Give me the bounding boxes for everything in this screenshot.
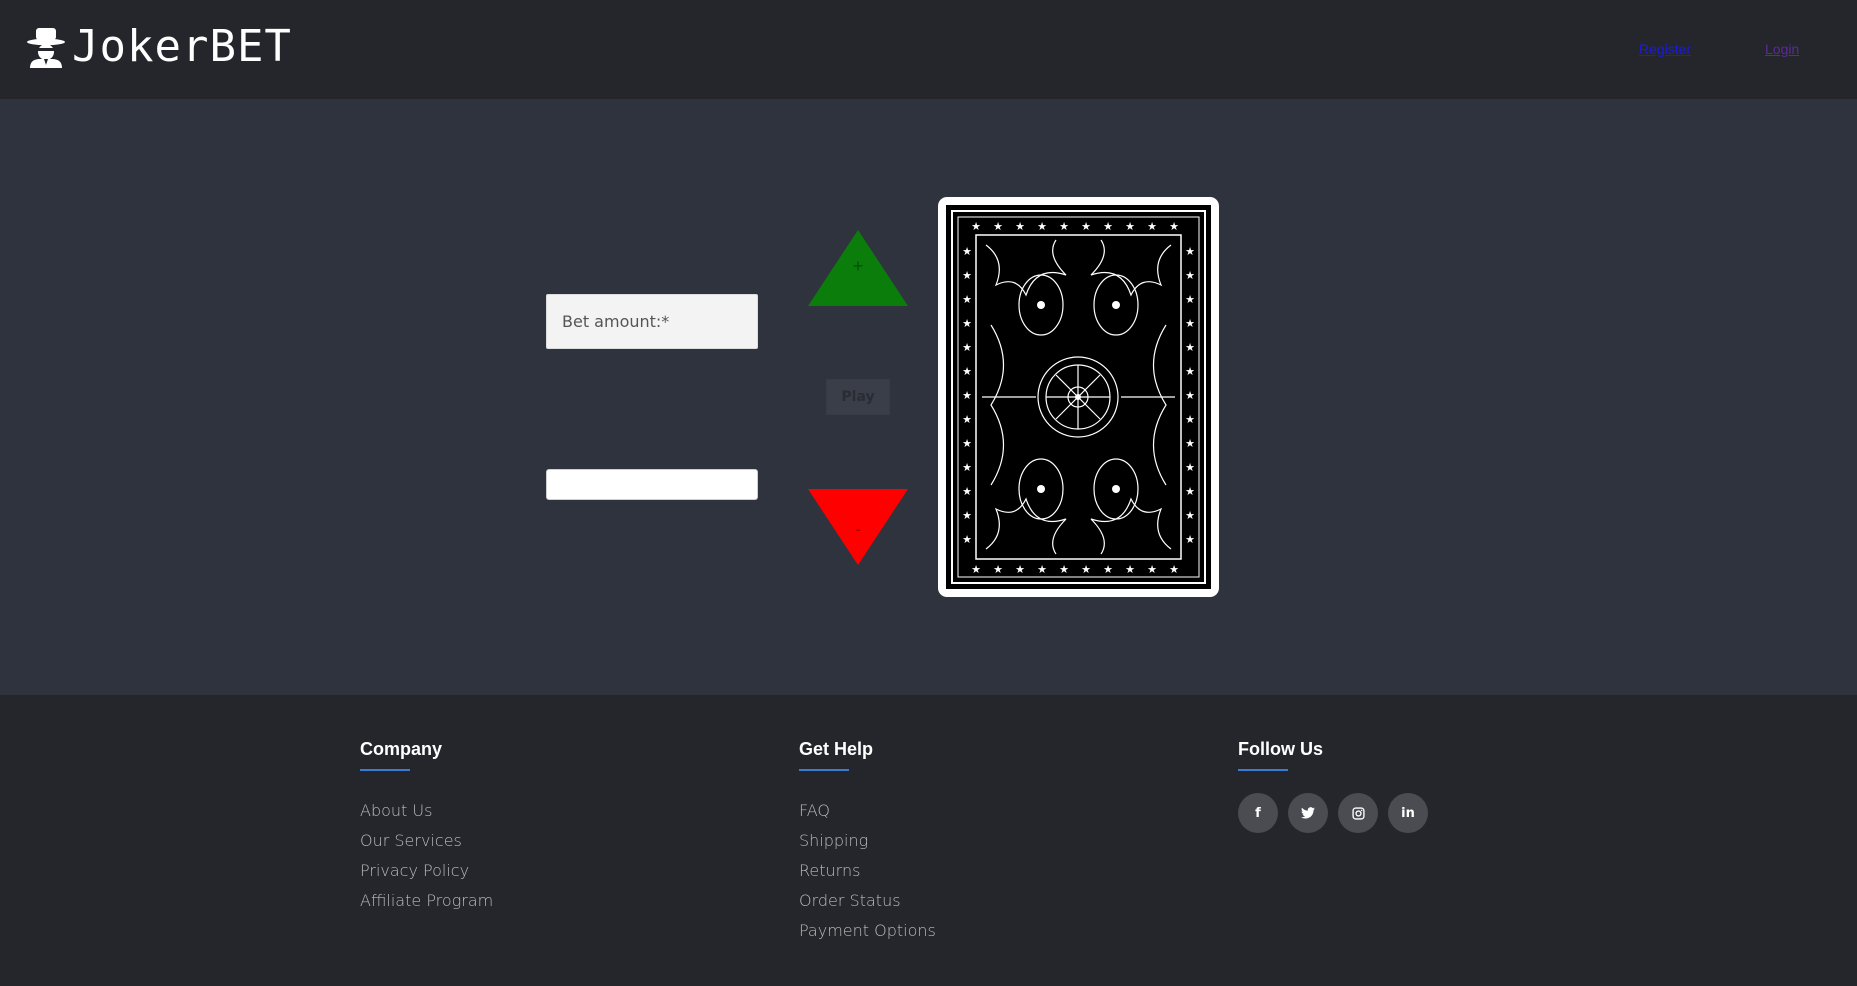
- svg-text:★: ★: [962, 485, 972, 498]
- footer-company-column: Company About Us Our Services Privacy Po…: [360, 738, 493, 916]
- svg-text:★: ★: [1185, 341, 1195, 354]
- svg-text:★: ★: [1125, 220, 1135, 233]
- svg-text:★: ★: [962, 365, 972, 378]
- heading-underline: [1238, 769, 1288, 771]
- play-button[interactable]: Play: [826, 379, 890, 415]
- register-link[interactable]: Register: [1639, 41, 1691, 57]
- twitter-icon[interactable]: [1288, 793, 1328, 833]
- svg-text:★: ★: [1125, 563, 1135, 576]
- svg-text:★: ★: [962, 317, 972, 330]
- svg-text:★: ★: [1147, 220, 1157, 233]
- svg-text:★: ★: [993, 563, 1003, 576]
- svg-text:★: ★: [971, 220, 981, 233]
- svg-text:★: ★: [1147, 563, 1157, 576]
- svg-text:★: ★: [1103, 563, 1113, 576]
- card-back-pattern: ★ ★ ★ ★ ★ ★ ★ ★ ★ ★ ★ ★ ★ ★ ★ ★ ★ ★ ★ ★ ★ ★ ★ ★ ★ ★ ★ ★ ★ ★ ★ ★ ★ ★ ★ ★ ★…: [946, 205, 1211, 589]
- facebook-icon[interactable]: f: [1238, 793, 1278, 833]
- result-field[interactable]: [546, 469, 758, 500]
- svg-text:★: ★: [962, 461, 972, 474]
- svg-text:★: ★: [1185, 509, 1195, 522]
- svg-text:★: ★: [962, 293, 972, 306]
- svg-text:★: ★: [1185, 245, 1195, 258]
- footer-link-order-status[interactable]: Order Status: [799, 886, 936, 916]
- svg-text:★: ★: [962, 269, 972, 282]
- svg-text:★: ★: [1185, 317, 1195, 330]
- footer-help-column: Get Help FAQ Shipping Returns Order Stat…: [799, 738, 936, 946]
- site-footer: Company About Us Our Services Privacy Po…: [0, 695, 1857, 986]
- footer-follow-column: Follow Us f in: [1238, 738, 1428, 833]
- svg-text:★: ★: [962, 341, 972, 354]
- svg-text:★: ★: [971, 563, 981, 576]
- heading-underline: [360, 769, 410, 771]
- lower-label: -: [855, 519, 861, 539]
- svg-text:★: ★: [1169, 563, 1179, 576]
- footer-link-affiliate-program[interactable]: Affiliate Program: [360, 886, 493, 916]
- site-header: JokerBET Register Login: [0, 0, 1857, 99]
- brand-logo[interactable]: JokerBET: [26, 22, 292, 72]
- heading-underline: [799, 769, 849, 771]
- footer-link-returns[interactable]: Returns: [799, 856, 936, 886]
- svg-text:★: ★: [1185, 533, 1195, 546]
- game-area: Bet amount:* + Play - ★ ★ ★ ★ ★ ★ ★ ★ ★ ★ ★ ★ ★ ★ ★ ★ ★…: [0, 99, 1857, 695]
- svg-text:★: ★: [1037, 220, 1047, 233]
- svg-text:★: ★: [962, 413, 972, 426]
- spy-hat-icon: [27, 28, 65, 68]
- svg-text:★: ★: [962, 245, 972, 258]
- svg-text:★: ★: [1081, 220, 1091, 233]
- svg-text:★: ★: [1015, 220, 1025, 233]
- footer-link-payment-options[interactable]: Payment Options: [799, 916, 936, 946]
- login-link[interactable]: Login: [1765, 41, 1799, 57]
- footer-link-shipping[interactable]: Shipping: [799, 826, 936, 856]
- higher-label: +: [852, 256, 864, 276]
- footer-link-privacy-policy[interactable]: Privacy Policy: [360, 856, 493, 886]
- footer-heading-company: Company: [360, 739, 443, 759]
- svg-text:★: ★: [1081, 563, 1091, 576]
- svg-text:★: ★: [1185, 365, 1195, 378]
- svg-text:★: ★: [1185, 413, 1195, 426]
- svg-text:★: ★: [1185, 293, 1195, 306]
- playing-card-back: ★ ★ ★ ★ ★ ★ ★ ★ ★ ★ ★ ★ ★ ★ ★ ★ ★ ★ ★ ★ ★ ★ ★ ★ ★ ★ ★ ★ ★ ★ ★ ★ ★ ★ ★ ★ ★…: [938, 197, 1219, 597]
- svg-text:★: ★: [993, 220, 1003, 233]
- footer-heading-help: Get Help: [799, 739, 874, 759]
- svg-text:★: ★: [1185, 437, 1195, 450]
- svg-text:★: ★: [962, 389, 972, 402]
- brand-name: JokerBET: [72, 21, 292, 72]
- linkedin-icon[interactable]: in: [1388, 793, 1428, 833]
- svg-text:★: ★: [1015, 563, 1025, 576]
- svg-text:★: ★: [962, 437, 972, 450]
- svg-text:★: ★: [1185, 269, 1195, 282]
- svg-text:★: ★: [962, 509, 972, 522]
- svg-text:★: ★: [1169, 220, 1179, 233]
- svg-text:★: ★: [1185, 389, 1195, 402]
- footer-link-about-us[interactable]: About Us: [360, 796, 493, 826]
- social-links: f in: [1238, 793, 1428, 833]
- svg-text:★: ★: [1103, 220, 1113, 233]
- instagram-icon[interactable]: [1338, 793, 1378, 833]
- svg-text:★: ★: [962, 533, 972, 546]
- footer-link-faq[interactable]: FAQ: [799, 796, 936, 826]
- svg-text:★: ★: [1059, 563, 1069, 576]
- footer-link-our-services[interactable]: Our Services: [360, 826, 493, 856]
- svg-text:★: ★: [1037, 563, 1047, 576]
- svg-text:★: ★: [1059, 220, 1069, 233]
- bet-amount-input[interactable]: Bet amount:*: [546, 294, 758, 349]
- footer-heading-follow: Follow Us: [1238, 739, 1323, 759]
- svg-text:★: ★: [1185, 485, 1195, 498]
- svg-text:★: ★: [1185, 461, 1195, 474]
